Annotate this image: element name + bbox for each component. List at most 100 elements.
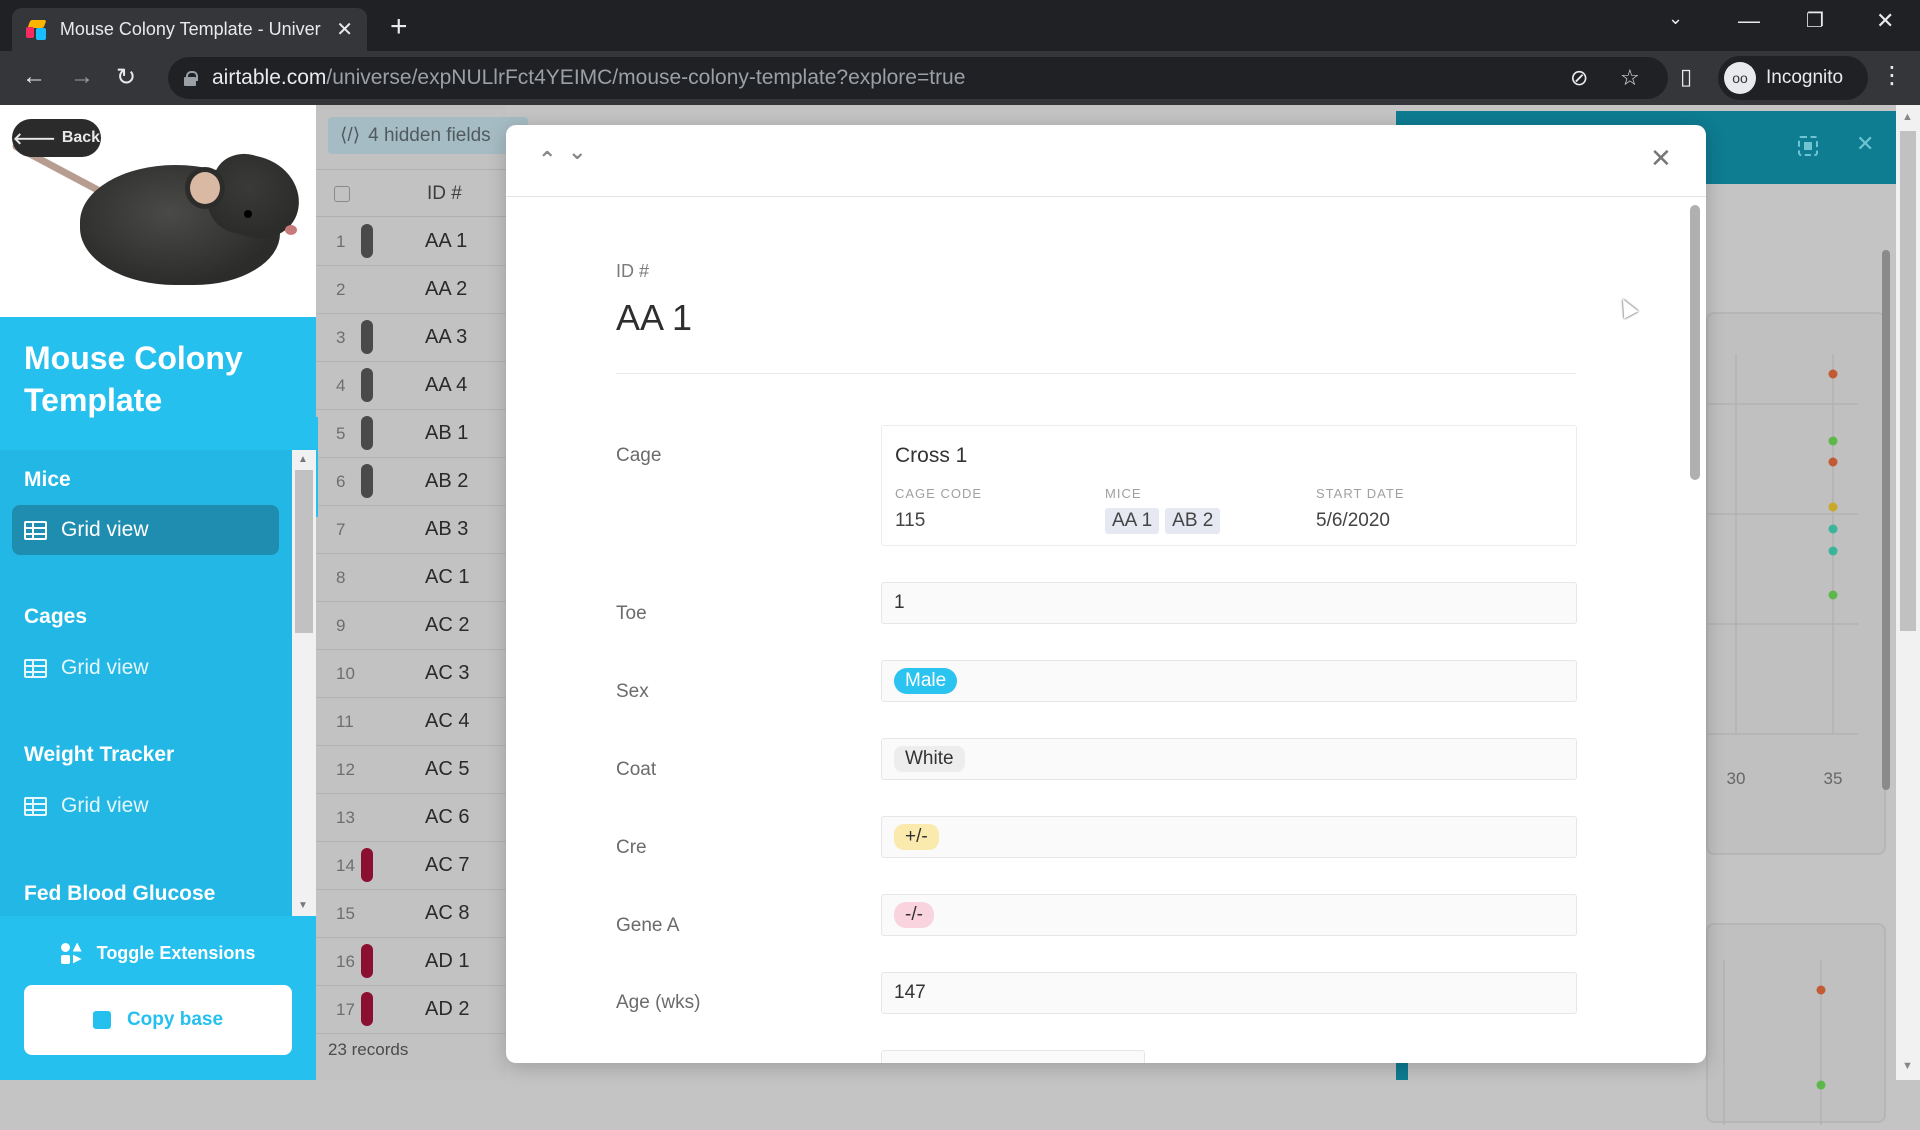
data-point[interactable] xyxy=(1816,985,1826,995)
eye-off-icon[interactable]: ⊘ xyxy=(1570,65,1588,91)
tab-search-icon[interactable]: ⌄ xyxy=(1668,8,1683,29)
next-record-icon[interactable]: ⌄ xyxy=(568,139,586,165)
row-id: AC 8 xyxy=(425,902,470,924)
row-number: 10 xyxy=(336,664,355,683)
scrollbar-thumb[interactable] xyxy=(295,470,313,633)
extension-scrollbar[interactable] xyxy=(1882,250,1890,790)
row-number: 14 xyxy=(336,856,355,875)
row-number: 3 xyxy=(336,328,346,347)
hidden-fields-label: 4 hidden fields xyxy=(368,124,491,146)
coat-field[interactable]: White xyxy=(881,738,1577,780)
airtable-logo-icon xyxy=(26,19,48,40)
back-arrow-icon[interactable]: ← xyxy=(22,63,46,91)
new-tab-icon[interactable]: + xyxy=(390,10,408,44)
column-header-id[interactable]: ID # xyxy=(427,183,462,205)
age-field[interactable]: 147 xyxy=(881,972,1577,1014)
data-point[interactable] xyxy=(1828,546,1838,556)
select-all-checkbox[interactable] xyxy=(334,186,350,202)
next-field-partial[interactable] xyxy=(881,1050,1145,1063)
table-row[interactable]: 12 AC 5 xyxy=(316,746,506,794)
table-row[interactable]: 2 AA 2 xyxy=(316,266,506,314)
data-point[interactable] xyxy=(1828,524,1838,534)
grid-icon xyxy=(24,520,47,540)
table-row[interactable]: 8 AC 1 xyxy=(316,554,506,602)
table-row[interactable]: 1 AA 1 xyxy=(316,218,506,266)
address-bar[interactable]: airtable.com/universe/expNULlrFct4YEIMC/… xyxy=(168,57,1668,99)
table-row[interactable]: 4 AA 4 xyxy=(316,362,506,410)
table-row[interactable]: 15 AC 8 xyxy=(316,890,506,938)
scroll-up-icon[interactable]: ▲ xyxy=(1902,111,1913,123)
data-point[interactable] xyxy=(1828,436,1838,446)
row-id: AC 3 xyxy=(425,662,470,684)
back-button[interactable]: 🡐 Back xyxy=(12,119,101,157)
field-label-age: Age (wks) xyxy=(616,992,701,1013)
row-id: AC 7 xyxy=(425,854,470,876)
table-row[interactable]: 11 AC 4 xyxy=(316,698,506,746)
window-close-icon[interactable]: ✕ xyxy=(1876,8,1894,34)
extension-close-icon[interactable]: ✕ xyxy=(1856,131,1874,157)
url-text: airtable.com/universe/expNULlrFct4YEIMC/… xyxy=(212,66,966,89)
table-row[interactable]: 10 AC 3 xyxy=(316,650,506,698)
table-row[interactable]: 14 AC 7 xyxy=(316,842,506,890)
base-title: Mouse Colony Template xyxy=(24,340,243,418)
data-point[interactable] xyxy=(1816,1080,1826,1090)
toe-value: 1 xyxy=(894,592,905,613)
copy-base-button[interactable]: Copy base xyxy=(24,985,292,1055)
data-point[interactable] xyxy=(1828,369,1838,379)
data-point[interactable] xyxy=(1828,457,1838,467)
restore-icon[interactable]: ❐ xyxy=(1806,8,1824,33)
linked-cage-card[interactable]: Cross 1 CAGE CODE 115 MICE AA 1 AB 2 STAR… xyxy=(881,425,1577,546)
page: 🡐 Back Mouse Colony Template Mice Grid v… xyxy=(0,105,1920,1125)
table-row[interactable]: 13 AC 6 xyxy=(316,794,506,842)
gene-a-field[interactable]: -/- xyxy=(881,894,1577,936)
table-row[interactable]: 9 AC 2 xyxy=(316,602,506,650)
browser-tab[interactable]: Mouse Colony Template - Univer ✕ xyxy=(12,8,367,51)
previous-record-icon[interactable]: ⌃ xyxy=(538,147,556,173)
row-id: AC 5 xyxy=(425,758,470,780)
fullscreen-icon[interactable] xyxy=(1798,136,1818,156)
row-id: AB 3 xyxy=(425,518,469,540)
record-title[interactable]: AA 1 xyxy=(616,297,692,339)
mice-label: MICE xyxy=(1105,486,1142,501)
cre-field[interactable]: +/- xyxy=(881,816,1577,858)
hidden-fields-button[interactable]: ⟨/⟩ 4 hidden fields xyxy=(328,117,528,154)
scroll-up-icon[interactable]: ▲ xyxy=(298,454,308,465)
scroll-down-icon[interactable]: ▼ xyxy=(1902,1060,1913,1072)
page-scrollbar[interactable]: ▲ ▼ xyxy=(1896,105,1920,1080)
nav-cages-grid-view[interactable]: Grid view xyxy=(12,643,279,693)
menu-icon[interactable]: ⋮ xyxy=(1880,61,1904,90)
table-row[interactable]: 3 AA 3 xyxy=(316,314,506,362)
modal-scrollbar[interactable] xyxy=(1690,205,1700,480)
forward-arrow-icon[interactable]: → xyxy=(70,63,94,91)
close-modal-icon[interactable]: ✕ xyxy=(1650,143,1672,174)
star-icon[interactable]: ☆ xyxy=(1620,65,1640,91)
table-row[interactable]: 17 AD 2 xyxy=(316,986,506,1034)
scrollbar-thumb[interactable] xyxy=(1900,131,1916,631)
data-point[interactable] xyxy=(1828,590,1838,600)
side-panel-icon[interactable]: ▯ xyxy=(1680,64,1692,90)
toggle-extensions-label: Toggle Extensions xyxy=(96,943,256,963)
reload-icon[interactable]: ↻ xyxy=(116,63,136,92)
sex-field[interactable]: Male xyxy=(881,660,1577,702)
row-number: 12 xyxy=(336,760,355,779)
table-row[interactable]: 16 AD 1 xyxy=(316,938,506,986)
nav-weight-grid-view[interactable]: Grid view xyxy=(12,781,279,831)
panel-accent xyxy=(1396,1063,1408,1080)
row-id: AA 3 xyxy=(425,326,468,348)
incognito-badge[interactable]: oo Incognito xyxy=(1718,56,1868,100)
table-row[interactable]: 6 AB 2 xyxy=(316,458,506,506)
scroll-down-icon[interactable]: ▼ xyxy=(298,900,308,911)
arrow-left-icon: 🡐 xyxy=(12,130,56,148)
nav-section-weight-tracker: Weight Tracker xyxy=(24,743,175,766)
close-tab-icon[interactable]: ✕ xyxy=(336,17,353,42)
table-row[interactable]: 5 AB 1 xyxy=(316,410,506,458)
tick-label: 35 xyxy=(1824,769,1843,788)
nav-mice-grid-view[interactable]: Grid view xyxy=(12,505,279,555)
table-row[interactable]: 7 AB 3 xyxy=(316,506,506,554)
minimize-icon[interactable]: — xyxy=(1738,8,1760,34)
toe-field[interactable]: 1 xyxy=(881,582,1577,624)
coat-pill: White xyxy=(894,746,965,772)
sidebar-scrollbar[interactable]: ▲ ▼ xyxy=(292,450,316,916)
toggle-extensions-button[interactable]: Toggle Extensions xyxy=(0,931,316,976)
data-point[interactable] xyxy=(1828,502,1838,512)
